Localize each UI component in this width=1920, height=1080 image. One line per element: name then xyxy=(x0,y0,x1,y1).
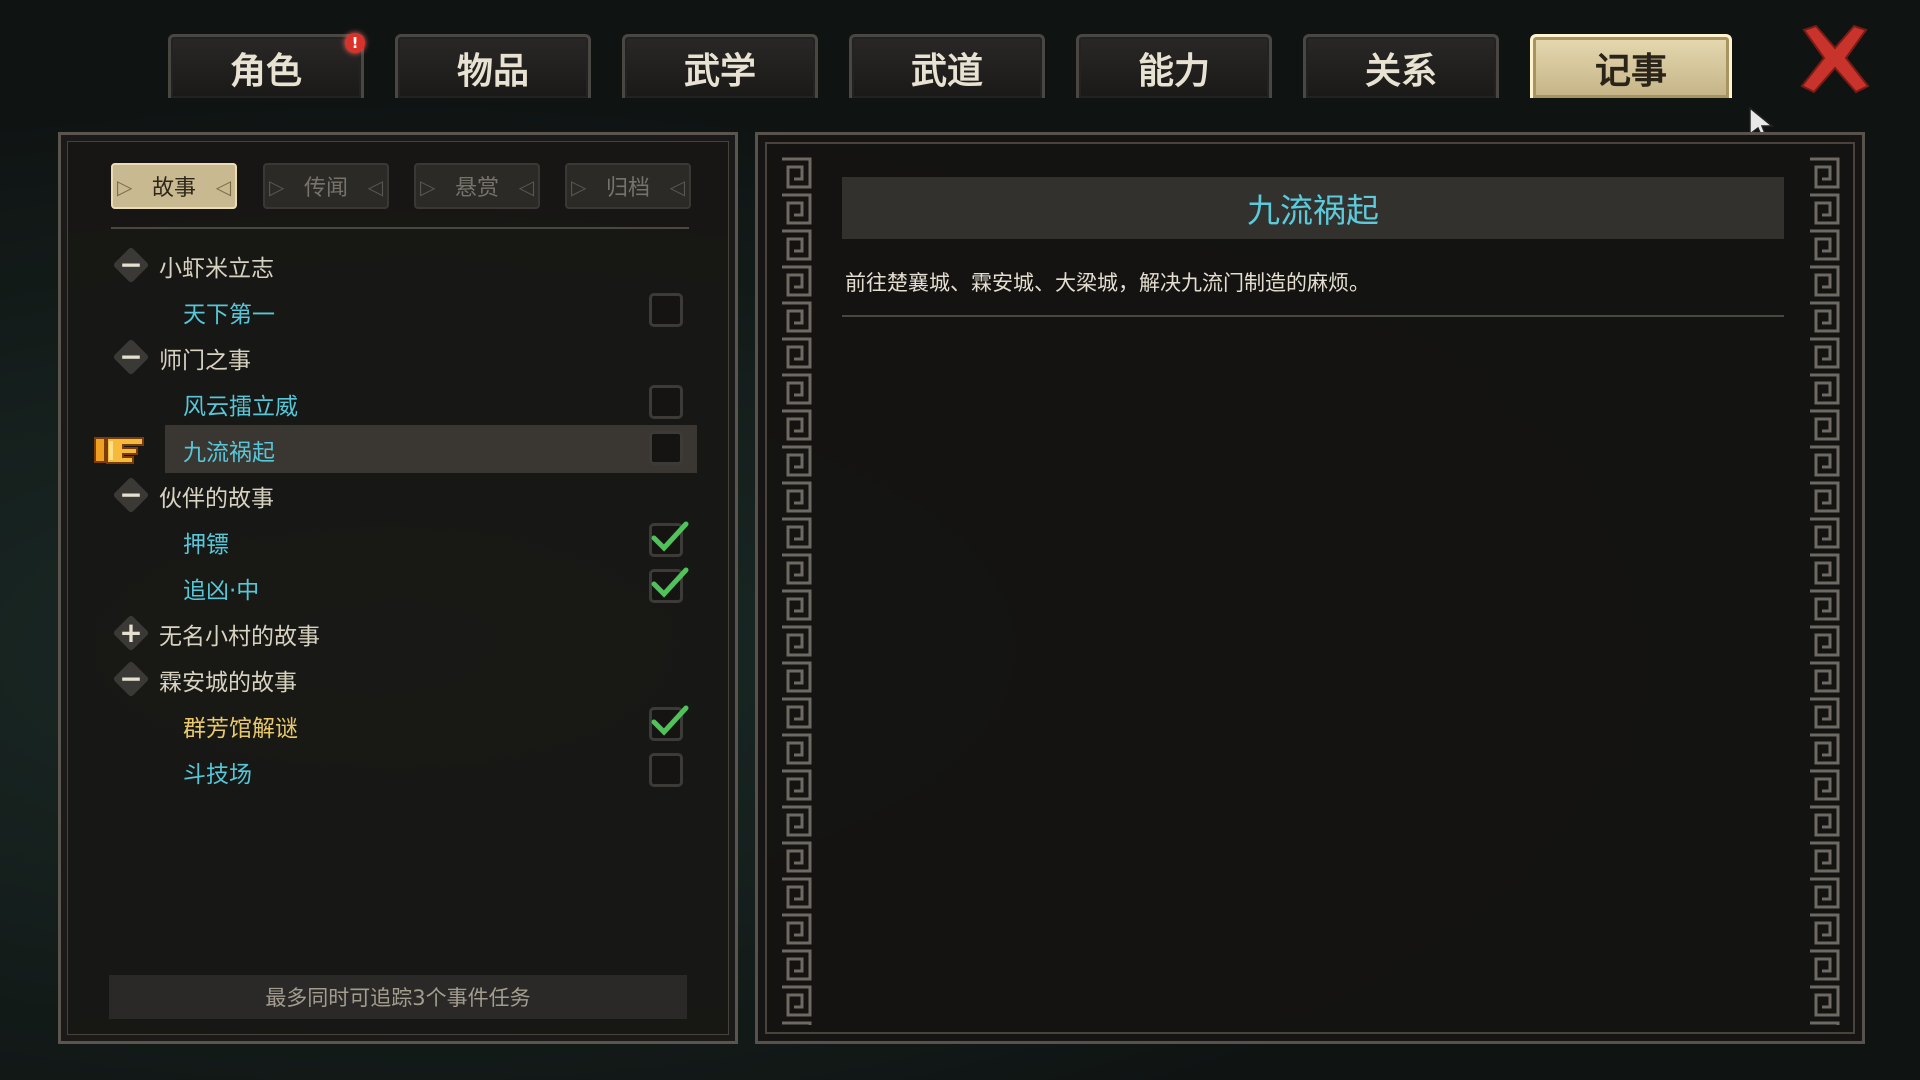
pointing-hand-icon xyxy=(94,437,144,464)
subtab-rumors[interactable]: ▷ 传闻 ◁ xyxy=(263,163,389,209)
subtab-archive-label: 归档 xyxy=(605,176,650,201)
quest-item[interactable]: 斗技场 xyxy=(61,751,741,791)
expand-icon[interactable]: + xyxy=(112,614,150,652)
tab-relations[interactable]: 关系 xyxy=(1303,34,1499,98)
quest-group-label: 伙伴的故事 xyxy=(159,486,274,512)
close-icon[interactable] xyxy=(1796,20,1874,98)
quest-item-label: 天下第一 xyxy=(183,302,275,328)
track-checkbox[interactable] xyxy=(649,753,683,787)
quest-group[interactable]: − 霖安城的故事 xyxy=(61,659,741,699)
quest-group-label: 师门之事 xyxy=(159,348,251,374)
tab-martial-arts[interactable]: 武学 xyxy=(622,34,818,98)
quest-item-label: 押镖 xyxy=(183,532,229,558)
quest-list-panel: ▷ 故事 ◁ ▷ 传闻 ◁ ▷ 悬赏 ◁ ▷ 归档 ◁ − 小虾米立志 天下第一 xyxy=(58,132,738,1044)
subtab-bounty[interactable]: ▷ 悬赏 ◁ xyxy=(414,163,540,209)
sub-tab-bar: ▷ 故事 ◁ ▷ 传闻 ◁ ▷ 悬赏 ◁ ▷ 归档 ◁ xyxy=(111,163,691,209)
subtab-story[interactable]: ▷ 故事 ◁ xyxy=(111,163,237,209)
alert-badge-icon: ! xyxy=(345,33,365,53)
quest-item-label: 追凶·中 xyxy=(183,578,260,604)
fret-border-right xyxy=(1806,155,1842,1025)
track-checkbox[interactable] xyxy=(649,431,683,465)
collapse-icon[interactable]: − xyxy=(112,476,150,514)
subtab-archive[interactable]: ▷ 归档 ◁ xyxy=(565,163,691,209)
quest-description: 前往楚襄城、霖安城、大梁城，解决九流门制造的麻烦。 xyxy=(845,271,1370,295)
tab-journal-label: 记事 xyxy=(1594,50,1667,92)
quest-item-label: 群芳馆解谜 xyxy=(183,716,298,742)
tab-abilities-label: 能力 xyxy=(1137,50,1210,92)
chevron-right-icon: ▷ xyxy=(571,175,587,199)
chevron-right-icon: ▷ xyxy=(420,175,436,199)
quest-group-label: 霖安城的故事 xyxy=(159,670,297,696)
tab-relations-label: 关系 xyxy=(1364,50,1437,92)
track-checkbox[interactable] xyxy=(649,521,689,557)
track-checkbox[interactable] xyxy=(649,705,689,741)
quest-detail-panel: 九流祸起 前往楚襄城、霖安城、大梁城，解决九流门制造的麻烦。 xyxy=(755,132,1865,1044)
tab-items-label: 物品 xyxy=(456,50,529,92)
collapse-icon[interactable]: − xyxy=(112,246,150,284)
divider xyxy=(842,315,1784,317)
quest-item-label: 九流祸起 xyxy=(183,440,275,466)
subtab-bounty-label: 悬赏 xyxy=(454,176,499,201)
top-tab-bar: 角色 ! 物品 武学 武道 能力 关系 记事 xyxy=(0,0,1920,105)
chevron-right-icon: ▷ xyxy=(117,175,133,199)
quest-group-label: 无名小村的故事 xyxy=(159,624,320,650)
quest-title: 九流祸起 xyxy=(842,177,1784,239)
track-checkbox[interactable] xyxy=(649,293,683,327)
quest-group[interactable]: − 师门之事 xyxy=(61,337,741,377)
tab-abilities[interactable]: 能力 xyxy=(1076,34,1272,98)
fret-border-left xyxy=(778,155,814,1025)
quest-group[interactable]: − 小虾米立志 xyxy=(61,245,741,285)
tab-journal[interactable]: 记事 xyxy=(1530,34,1732,98)
chevron-left-icon: ◁ xyxy=(669,175,685,199)
chevron-left-icon: ◁ xyxy=(367,175,383,199)
collapse-icon[interactable]: − xyxy=(112,660,150,698)
track-checkbox[interactable] xyxy=(649,567,689,603)
divider xyxy=(111,227,689,229)
chevron-right-icon: ▷ xyxy=(269,175,285,199)
tab-items[interactable]: 物品 xyxy=(395,34,591,98)
checkmark-icon xyxy=(651,567,689,598)
quest-item-label: 斗技场 xyxy=(183,762,252,788)
quest-item[interactable]: 风云擂立威 xyxy=(61,383,741,423)
quest-item-selected[interactable]: 九流祸起 xyxy=(61,425,741,473)
track-checkbox[interactable] xyxy=(649,385,683,419)
subtab-rumors-label: 传闻 xyxy=(303,176,348,201)
quest-group[interactable]: − 伙伴的故事 xyxy=(61,475,741,515)
tab-character-label: 角色 xyxy=(229,50,302,92)
quest-item[interactable]: 追凶·中 xyxy=(61,567,741,607)
subtab-story-label: 故事 xyxy=(151,176,196,201)
chevron-left-icon: ◁ xyxy=(215,175,231,199)
checkmark-icon xyxy=(651,521,689,552)
checkmark-icon xyxy=(651,705,689,736)
collapse-icon[interactable]: − xyxy=(112,338,150,376)
tab-character[interactable]: 角色 ! xyxy=(168,33,365,98)
quest-group-label: 小虾米立志 xyxy=(159,256,274,282)
quest-item[interactable]: 天下第一 xyxy=(61,291,741,331)
quest-item[interactable]: 群芳馆解谜 xyxy=(61,705,741,745)
quest-item[interactable]: 押镖 xyxy=(61,521,741,561)
quest-group[interactable]: + 无名小村的故事 xyxy=(61,613,741,653)
quest-item-label: 风云擂立威 xyxy=(183,394,298,420)
tab-martial-arts-label: 武学 xyxy=(683,50,756,92)
chevron-left-icon: ◁ xyxy=(518,175,534,199)
tab-wudao[interactable]: 武道 xyxy=(849,34,1045,98)
tracking-limit-note: 最多同时可追踪3个事件任务 xyxy=(109,975,687,1019)
tab-wudao-label: 武道 xyxy=(910,50,983,92)
